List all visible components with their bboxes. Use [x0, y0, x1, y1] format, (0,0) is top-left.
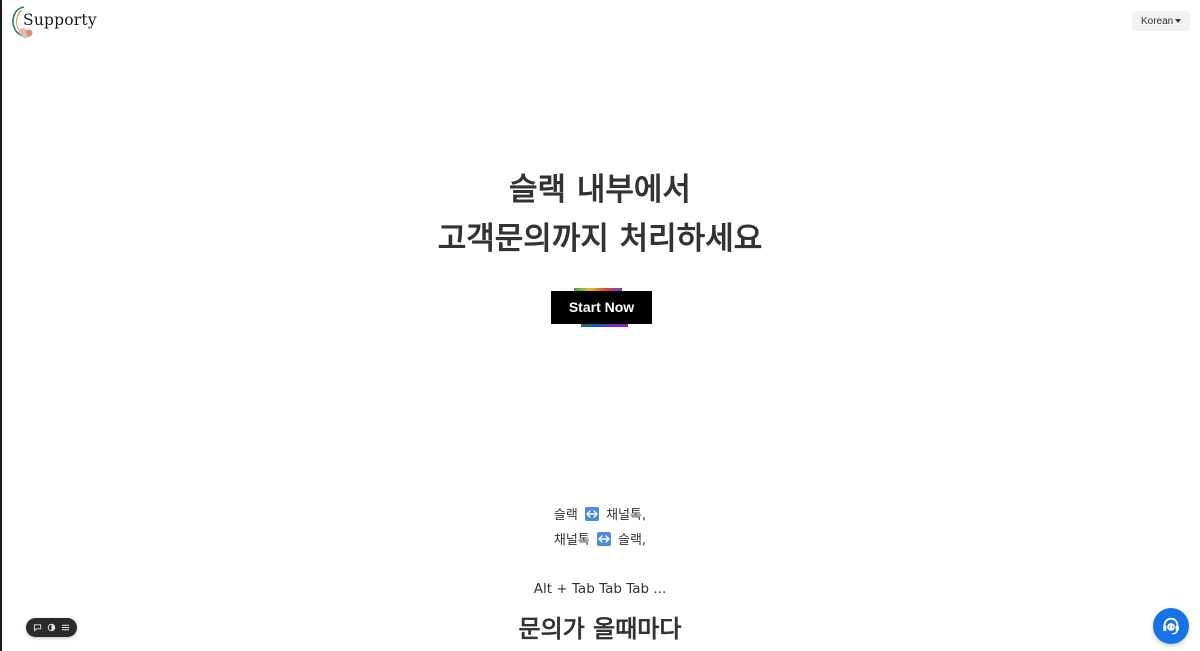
section-headline: 문의가 올때마다: [518, 615, 682, 643]
feature-line-2-left: 채널톡: [553, 533, 590, 548]
feature-line-2-right: 슬랙,: [618, 533, 647, 548]
feature-line-1: 슬랙 채널톡,: [0, 504, 1200, 523]
feature-line-2: 채널톡 슬랙,: [0, 529, 1200, 548]
start-now-button[interactable]: Start Now: [551, 291, 652, 324]
shortcut-text: Alt + Tab Tab Tab ...: [533, 581, 667, 597]
language-select[interactable]: Korean: [1132, 11, 1190, 31]
floating-toolbar: [26, 618, 77, 637]
list-icon[interactable]: [60, 622, 71, 633]
moon-icon[interactable]: [46, 622, 57, 633]
landing-page: Supporty Korean 슬랙 내부에서 고객문의까지 처리하세요 Sta…: [0, 0, 1200, 651]
hero-title-line-1: 슬랙 내부에서: [509, 172, 691, 208]
left-right-arrow-icon: [584, 507, 599, 521]
window-edge: [0, 0, 2, 651]
headset-chat-icon: [1163, 617, 1179, 635]
feature-line-1-right: 채널톡,: [606, 508, 647, 523]
chevron-down-icon: [1175, 19, 1181, 23]
feature-line-1-left: 슬랙: [553, 508, 578, 523]
supporty-logo[interactable]: Supporty: [10, 4, 97, 40]
left-right-arrow-icon: [596, 532, 611, 546]
language-select-value: Korean: [1141, 15, 1174, 27]
logo-text: Supporty: [23, 11, 97, 29]
support-chat-button[interactable]: [1153, 608, 1189, 644]
cta-accent-bottom: [581, 324, 628, 327]
hero-title-line-2: 고객문의까지 처리하세요: [437, 221, 763, 257]
start-now-cta: Start Now: [551, 288, 652, 327]
chat-bubble-icon[interactable]: [32, 622, 43, 633]
